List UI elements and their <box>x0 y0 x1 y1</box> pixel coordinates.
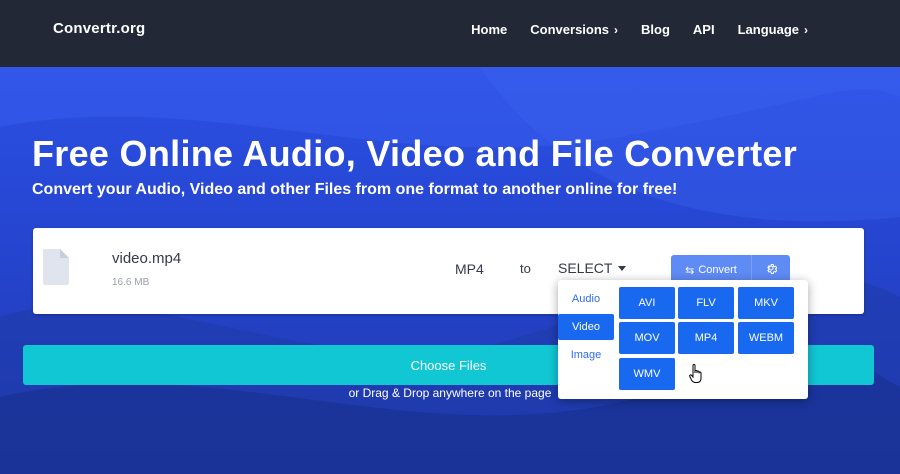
nav-blog[interactable]: Blog <box>641 22 670 37</box>
category-audio-label: Audio <box>571 293 601 305</box>
format-flv-label: FLV <box>696 297 716 309</box>
nav-language[interactable]: Language › <box>738 22 808 37</box>
hero-section: Free Online Audio, Video and File Conver… <box>0 67 900 474</box>
format-webm-label: WEBM <box>748 332 784 344</box>
nav-home-label: Home <box>471 22 508 37</box>
choose-files-label: Choose Files <box>410 357 487 373</box>
top-navbar: Convertr.org Home Conversions › Blog API… <box>0 0 900 67</box>
format-mkv-button[interactable]: MKV <box>738 287 794 319</box>
select-label: SELECT <box>558 260 613 276</box>
category-image[interactable]: Image <box>558 342 614 368</box>
category-video-label: Video <box>572 321 600 333</box>
format-mov-label: MOV <box>634 332 660 344</box>
caret-down-icon <box>618 265 627 271</box>
file-size: 16.6 MB <box>112 277 150 288</box>
nav-conversions-label: Conversions <box>530 22 610 37</box>
format-webm-button[interactable]: WEBM <box>738 322 794 354</box>
to-label: to <box>520 261 531 276</box>
hand-cursor-icon <box>689 363 703 389</box>
nav-api-label: API <box>692 22 715 37</box>
chevron-right-icon: › <box>614 22 619 37</box>
page-subtitle: Convert your Audio, Video and other File… <box>32 181 678 198</box>
nav-links: Home Conversions › Blog API Language › <box>471 22 808 37</box>
format-flv-button[interactable]: FLV <box>678 287 734 319</box>
nav-blog-label: Blog <box>641 22 670 37</box>
format-mkv-label: MKV <box>754 297 778 309</box>
format-dropdown-panel: Audio Video Image AVI FLV MKV MOV MP4 WE… <box>558 280 808 399</box>
nav-conversions[interactable]: Conversions › <box>530 22 618 37</box>
gear-icon <box>765 261 778 279</box>
format-avi-button[interactable]: AVI <box>619 287 675 319</box>
nav-language-label: Language <box>737 22 799 37</box>
source-format: MP4 <box>455 261 484 277</box>
target-format-select[interactable]: SELECT <box>558 260 627 276</box>
page-title: Free Online Audio, Video and File Conver… <box>32 133 798 174</box>
format-mov-button[interactable]: MOV <box>619 322 675 354</box>
format-wmv-label: WMV <box>633 368 661 380</box>
category-image-label: Image <box>570 349 602 361</box>
chevron-right-icon: › <box>804 22 808 37</box>
format-mp4-button[interactable]: MP4 <box>678 322 734 354</box>
brand-logo[interactable]: Convertr.org <box>53 20 145 37</box>
category-audio[interactable]: Audio <box>558 286 614 312</box>
format-avi-label: AVI <box>638 297 656 309</box>
nav-home[interactable]: Home <box>471 22 507 37</box>
file-icon <box>43 249 69 290</box>
nav-api[interactable]: API <box>693 22 715 37</box>
convert-label: Convert <box>698 264 737 276</box>
format-mp4-label: MP4 <box>694 332 718 344</box>
swap-icon: ⇆ <box>685 264 695 277</box>
category-video[interactable]: Video <box>558 314 614 340</box>
file-name: video.mp4 <box>112 250 182 267</box>
format-wmv-button[interactable]: WMV <box>619 358 675 390</box>
